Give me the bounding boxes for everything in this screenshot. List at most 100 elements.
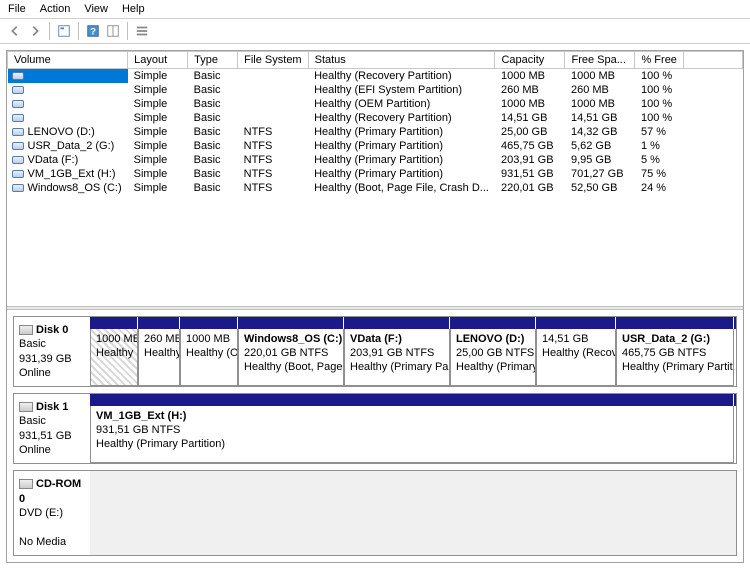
- partition-block[interactable]: 1000 MBHealthy (OE: [180, 329, 238, 386]
- table-row[interactable]: SimpleBasicHealthy (Recovery Partition)1…: [8, 111, 743, 125]
- table-row[interactable]: VM_1GB_Ext (H:)SimpleBasicNTFSHealthy (P…: [8, 167, 743, 181]
- svg-text:?: ?: [90, 27, 96, 38]
- volume-name-text: VM_1GB_Ext (H:): [28, 168, 116, 180]
- disk-icon: [19, 325, 33, 335]
- disk-meta: Online: [19, 443, 85, 457]
- cell-cap: 25,00 GB: [495, 125, 565, 139]
- cell-type: Basic: [188, 153, 238, 167]
- table-row[interactable]: Windows8_OS (C:)SimpleBasicNTFSHealthy (…: [8, 181, 743, 195]
- partition-block[interactable]: USR_Data_2 (G:)465,75 GB NTFSHealthy (Pr…: [616, 329, 734, 386]
- cell-pct: 1 %: [635, 139, 683, 153]
- cell-cap: 220,01 GB: [495, 181, 565, 195]
- volume-icon: [12, 114, 24, 122]
- list-button[interactable]: [133, 22, 151, 40]
- col-fs[interactable]: File System: [238, 52, 308, 69]
- partition-status: Healthy (Primary Partit: [350, 361, 444, 375]
- col-pct[interactable]: % Free: [635, 52, 683, 69]
- volume-name-cell: Windows8_OS (C:): [8, 181, 128, 195]
- cell-cap: 260 MB: [495, 83, 565, 97]
- col-capacity[interactable]: Capacity: [495, 52, 565, 69]
- cell-pct: 57 %: [635, 125, 683, 139]
- partition-block[interactable]: VM_1GB_Ext (H:)931,51 GB NTFSHealthy (Pr…: [90, 406, 734, 463]
- disk-meta: 931,39 GB: [19, 352, 85, 366]
- partition-status: Healthy: [144, 347, 174, 361]
- help-button[interactable]: ?: [84, 22, 102, 40]
- partition-size: 1000 MB: [186, 333, 232, 347]
- cell-cap: 465,75 GB: [495, 139, 565, 153]
- disk-row[interactable]: CD-ROM 0DVD (E:) No Media: [13, 470, 737, 555]
- cell-type: Basic: [188, 167, 238, 181]
- volume-icon: [12, 100, 24, 108]
- volume-name-text: USR_Data_2 (G:): [28, 140, 115, 152]
- volume-icon: [12, 156, 24, 164]
- volume-name-cell: USR_Data_2 (G:): [8, 139, 128, 153]
- cell-layout: Simple: [128, 97, 188, 111]
- menu-view[interactable]: View: [84, 3, 108, 15]
- cell-fs: NTFS: [238, 153, 308, 167]
- partition-block[interactable]: VData (F:)203,91 GB NTFSHealthy (Primary…: [344, 329, 450, 386]
- partition-title: Windows8_OS (C:): [244, 333, 338, 347]
- menu-file[interactable]: File: [8, 3, 26, 15]
- disk-row[interactable]: Disk 1Basic931,51 GBOnlineVM_1GB_Ext (H:…: [13, 393, 737, 464]
- table-row[interactable]: SimpleBasicHealthy (OEM Partition)1000 M…: [8, 97, 743, 111]
- col-free[interactable]: Free Spa...: [565, 52, 635, 69]
- partition-size: 1000 MB: [96, 333, 132, 347]
- disk-partitions-container: 1000 MBHealthy (Re260 MBHealthy1000 MBHe…: [90, 317, 736, 386]
- properties-button[interactable]: [55, 22, 73, 40]
- back-button[interactable]: [6, 22, 24, 40]
- partition-size: 203,91 GB NTFS: [350, 347, 444, 361]
- disk-meta: 931,51 GB: [19, 429, 85, 443]
- toolbar: ?: [0, 19, 750, 44]
- col-type[interactable]: Type: [188, 52, 238, 69]
- cell-free: 1000 MB: [565, 69, 635, 84]
- partition-block[interactable]: 260 MBHealthy: [138, 329, 180, 386]
- forward-button[interactable]: [26, 22, 44, 40]
- cell-layout: Simple: [128, 69, 188, 84]
- volume-name-cell: [8, 69, 128, 84]
- table-row[interactable]: LENOVO (D:)SimpleBasicNTFSHealthy (Prima…: [8, 125, 743, 139]
- volume-icon: [12, 170, 24, 178]
- partition-block[interactable]: LENOVO (D:)25,00 GB NTFSHealthy (Primary…: [450, 329, 536, 386]
- table-row[interactable]: VData (F:)SimpleBasicNTFSHealthy (Primar…: [8, 153, 743, 167]
- cell-cap: 14,51 GB: [495, 111, 565, 125]
- cell-layout: Simple: [128, 125, 188, 139]
- volume-icon: [12, 86, 24, 94]
- refresh-button[interactable]: [104, 22, 122, 40]
- cell-type: Basic: [188, 69, 238, 84]
- cell-status: Healthy (Primary Partition): [308, 153, 495, 167]
- cell-type: Basic: [188, 125, 238, 139]
- partition-status: Healthy (Primary Partition: [622, 361, 728, 375]
- partition-title: LENOVO (D:): [456, 333, 530, 347]
- disk-bar: [90, 317, 736, 329]
- partition-block[interactable]: 14,51 GBHealthy (Recover: [536, 329, 616, 386]
- col-blank[interactable]: [683, 52, 742, 69]
- cell-cap: 1000 MB: [495, 97, 565, 111]
- volume-list-pane: Volume Layout Type File System Status Ca…: [7, 51, 743, 306]
- table-row[interactable]: SimpleBasicHealthy (EFI System Partition…: [8, 83, 743, 97]
- partition-title: VData (F:): [350, 333, 444, 347]
- partition-status: Healthy (Boot, Page Fil: [244, 361, 338, 375]
- disk-meta: DVD (E:): [19, 506, 85, 520]
- toolbar-separator: [49, 22, 50, 40]
- volume-table[interactable]: Volume Layout Type File System Status Ca…: [7, 51, 743, 195]
- table-row[interactable]: USR_Data_2 (G:)SimpleBasicNTFSHealthy (P…: [8, 139, 743, 153]
- pane-splitter[interactable]: [7, 306, 743, 310]
- cell-fs: NTFS: [238, 125, 308, 139]
- volume-icon: [12, 72, 24, 80]
- table-row[interactable]: SimpleBasicHealthy (Recovery Partition)1…: [8, 69, 743, 84]
- partition-block[interactable]: 1000 MBHealthy (Re: [90, 329, 138, 386]
- disk-row[interactable]: Disk 0Basic931,39 GBOnline1000 MBHealthy…: [13, 316, 737, 387]
- col-layout[interactable]: Layout: [128, 52, 188, 69]
- menu-help[interactable]: Help: [122, 3, 145, 15]
- col-volume[interactable]: Volume: [8, 52, 128, 69]
- col-status[interactable]: Status: [308, 52, 495, 69]
- volume-name-cell: [8, 97, 128, 111]
- partition-block[interactable]: Windows8_OS (C:)220,01 GB NTFSHealthy (B…: [238, 329, 344, 386]
- volume-name-cell: [8, 83, 128, 97]
- disk-bar: [90, 394, 736, 406]
- partition-size: 14,51 GB: [542, 333, 610, 347]
- cell-status: Healthy (Boot, Page File, Crash D...: [308, 181, 495, 195]
- table-header-row: Volume Layout Type File System Status Ca…: [8, 52, 743, 69]
- disk-info: CD-ROM 0DVD (E:) No Media: [14, 471, 90, 554]
- menu-action[interactable]: Action: [40, 3, 71, 15]
